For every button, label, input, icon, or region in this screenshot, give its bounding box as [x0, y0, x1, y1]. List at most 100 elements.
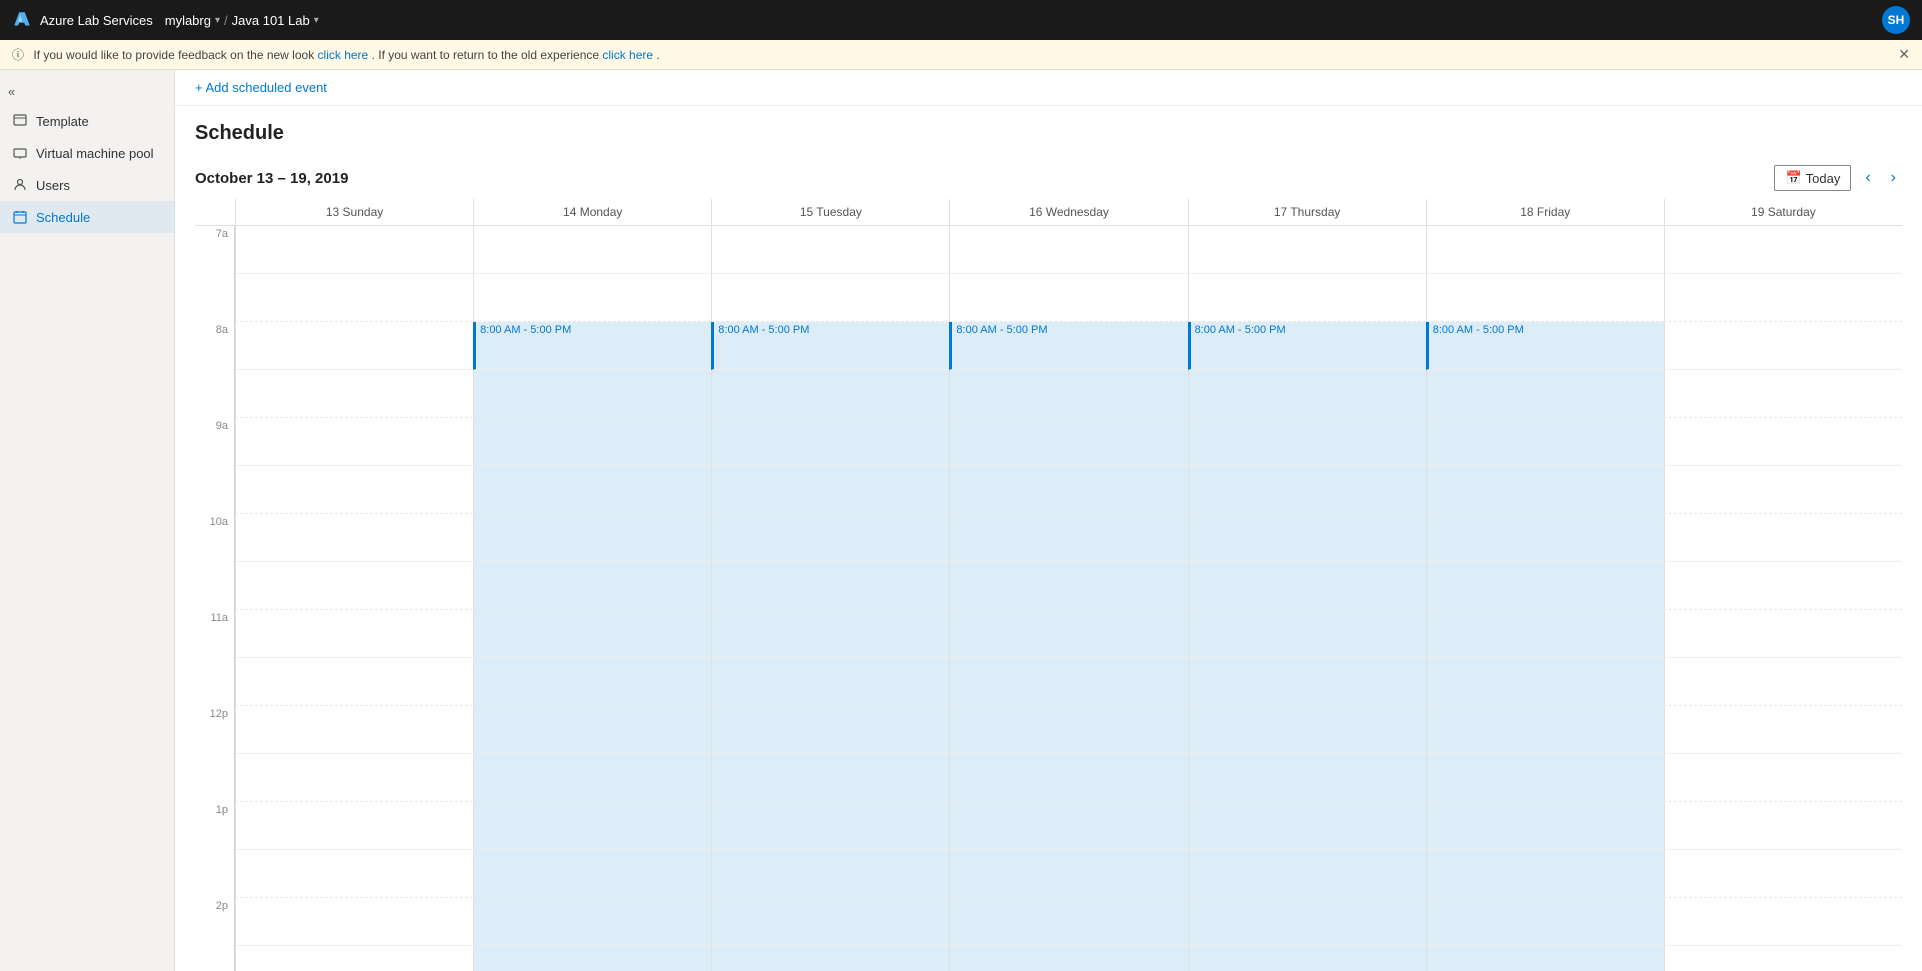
cal-cell-row0-day1 [473, 226, 711, 274]
cal-cell-row6-day5 [1426, 514, 1664, 562]
cal-cell-row12-day4 [1188, 802, 1426, 850]
cal-cell-row6-day6 [1664, 514, 1902, 562]
cal-cell-row15-day3 [949, 946, 1187, 971]
breadcrumb-workspace[interactable]: mylabrg ▾ [165, 13, 220, 28]
cal-cell-row6-day0 [235, 514, 473, 562]
time-label-10: 12p [195, 706, 235, 754]
next-week-button[interactable]: › [1885, 167, 1902, 189]
cal-cell-row4-day5 [1426, 418, 1664, 466]
schedule-header: Schedule [175, 106, 1922, 165]
day-headers: 13 Sunday 14 Monday 15 Tuesday 16 Wednes… [195, 199, 1902, 226]
sidebar: « Template Virtual machine pool Users Sc… [0, 70, 175, 971]
add-event-button[interactable]: + Add scheduled event [195, 80, 327, 95]
add-event-label: + Add scheduled event [195, 80, 327, 95]
cal-cell-row4-day0 [235, 418, 473, 466]
time-label-6: 10a [195, 514, 235, 562]
cal-cell-row12-day1 [473, 802, 711, 850]
event-time-label-day5: 8:00 AM - 5:00 PM [1429, 322, 1664, 338]
time-header-spacer [195, 199, 235, 225]
cal-cell-row8-day6 [1664, 610, 1902, 658]
cal-cell-row15-day6 [1664, 946, 1902, 971]
infobar-text: ⓘ If you would like to provide feedback … [12, 46, 660, 63]
cal-cell-row2-day2: 8:00 AM - 5:00 PM [711, 322, 949, 370]
cal-cell-row15-day0 [235, 946, 473, 971]
cal-cell-row2-day5: 8:00 AM - 5:00 PM [1426, 322, 1664, 370]
cal-cell-row7-day2 [711, 562, 949, 610]
breadcrumb-lab[interactable]: Java 101 Lab ▾ [232, 13, 319, 28]
cal-cell-row14-day0 [235, 898, 473, 946]
cal-cell-row9-day1 [473, 658, 711, 706]
cal-cell-row10-day4 [1188, 706, 1426, 754]
vm-icon [12, 145, 28, 161]
day-header-sat: 19 Saturday [1664, 199, 1902, 225]
cal-cell-row1-day6 [1664, 274, 1902, 322]
cal-cell-row9-day3 [949, 658, 1187, 706]
cal-cell-row1-day3 [949, 274, 1187, 322]
breadcrumb: ​ mylabrg ▾ / Java 101 Lab ▾ [161, 13, 319, 28]
cal-cell-row8-day1 [473, 610, 711, 658]
time-label-13 [195, 850, 235, 898]
cal-cell-row12-day5 [1426, 802, 1664, 850]
cal-cell-row13-day6 [1664, 850, 1902, 898]
time-label-14: 2p [195, 898, 235, 946]
cal-cell-row3-day5 [1426, 370, 1664, 418]
event-time-label-day3: 8:00 AM - 5:00 PM [952, 322, 1187, 338]
cal-cell-row11-day5 [1426, 754, 1664, 802]
info-icon: ⓘ [12, 48, 24, 62]
sidebar-collapse-button[interactable]: « [0, 78, 174, 105]
cal-cell-row7-day5 [1426, 562, 1664, 610]
cal-cell-row8-day5 [1426, 610, 1664, 658]
cal-cell-row5-day4 [1188, 466, 1426, 514]
cal-cell-row0-day2 [711, 226, 949, 274]
schedule-icon [12, 209, 28, 225]
cal-cell-row1-day0 [235, 274, 473, 322]
prev-week-button[interactable]: ‹ [1859, 167, 1876, 189]
cal-cell-row14-day1 [473, 898, 711, 946]
cal-cell-row1-day5 [1426, 274, 1664, 322]
cal-cell-row12-day2 [711, 802, 949, 850]
infobar-close-button[interactable]: ✕ [1898, 46, 1910, 63]
cal-cell-row4-day2 [711, 418, 949, 466]
cal-cell-row15-day5 [1426, 946, 1664, 971]
cal-cell-row12-day6 [1664, 802, 1902, 850]
cal-cell-row10-day2 [711, 706, 949, 754]
cal-cell-row1-day4 [1188, 274, 1426, 322]
event-time-label-day2: 8:00 AM - 5:00 PM [714, 322, 949, 338]
today-calendar-icon: 📅 [1785, 170, 1801, 186]
cal-cell-row3-day6 [1664, 370, 1902, 418]
azure-logo-icon [12, 10, 32, 30]
cal-cell-row9-day2 [711, 658, 949, 706]
calendar-scroll[interactable]: 7a8a8:00 AM - 5:00 PM8:00 AM - 5:00 PM8:… [195, 226, 1902, 971]
sidebar-item-template[interactable]: Template [0, 105, 174, 137]
today-button[interactable]: 📅 Today [1774, 165, 1851, 191]
cal-cell-row7-day6 [1664, 562, 1902, 610]
cal-cell-row5-day0 [235, 466, 473, 514]
infobar-link1[interactable]: click here [318, 48, 369, 62]
cal-cell-row3-day2 [711, 370, 949, 418]
cal-cell-row7-day3 [949, 562, 1187, 610]
infobar-text-after: . [656, 48, 659, 62]
user-avatar[interactable]: SH [1882, 6, 1910, 34]
cal-cell-row1-day2 [711, 274, 949, 322]
cal-cell-row2-day1: 8:00 AM - 5:00 PM [473, 322, 711, 370]
sidebar-item-vm-pool[interactable]: Virtual machine pool [0, 137, 174, 169]
time-label-4: 9a [195, 418, 235, 466]
cal-cell-row4-day1 [473, 418, 711, 466]
cal-cell-row2-day6 [1664, 322, 1902, 370]
time-label-9 [195, 658, 235, 706]
cal-cell-row10-day3 [949, 706, 1187, 754]
day-header-mon: 14 Monday [473, 199, 711, 225]
calendar-controls: 📅 Today ‹ › [1774, 165, 1902, 191]
cal-cell-row7-day1 [473, 562, 711, 610]
today-label: Today [1806, 171, 1841, 186]
date-range: October 13 – 19, 2019 [195, 170, 348, 187]
event-time-label-day4: 8:00 AM - 5:00 PM [1191, 322, 1426, 338]
time-label-15 [195, 946, 235, 971]
cal-cell-row3-day0 [235, 370, 473, 418]
infobar-link2[interactable]: click here [602, 48, 653, 62]
sidebar-item-schedule[interactable]: Schedule [0, 201, 174, 233]
cal-cell-row4-day4 [1188, 418, 1426, 466]
sidebar-item-users[interactable]: Users [0, 169, 174, 201]
cal-cell-row2-day0 [235, 322, 473, 370]
cal-cell-row6-day4 [1188, 514, 1426, 562]
